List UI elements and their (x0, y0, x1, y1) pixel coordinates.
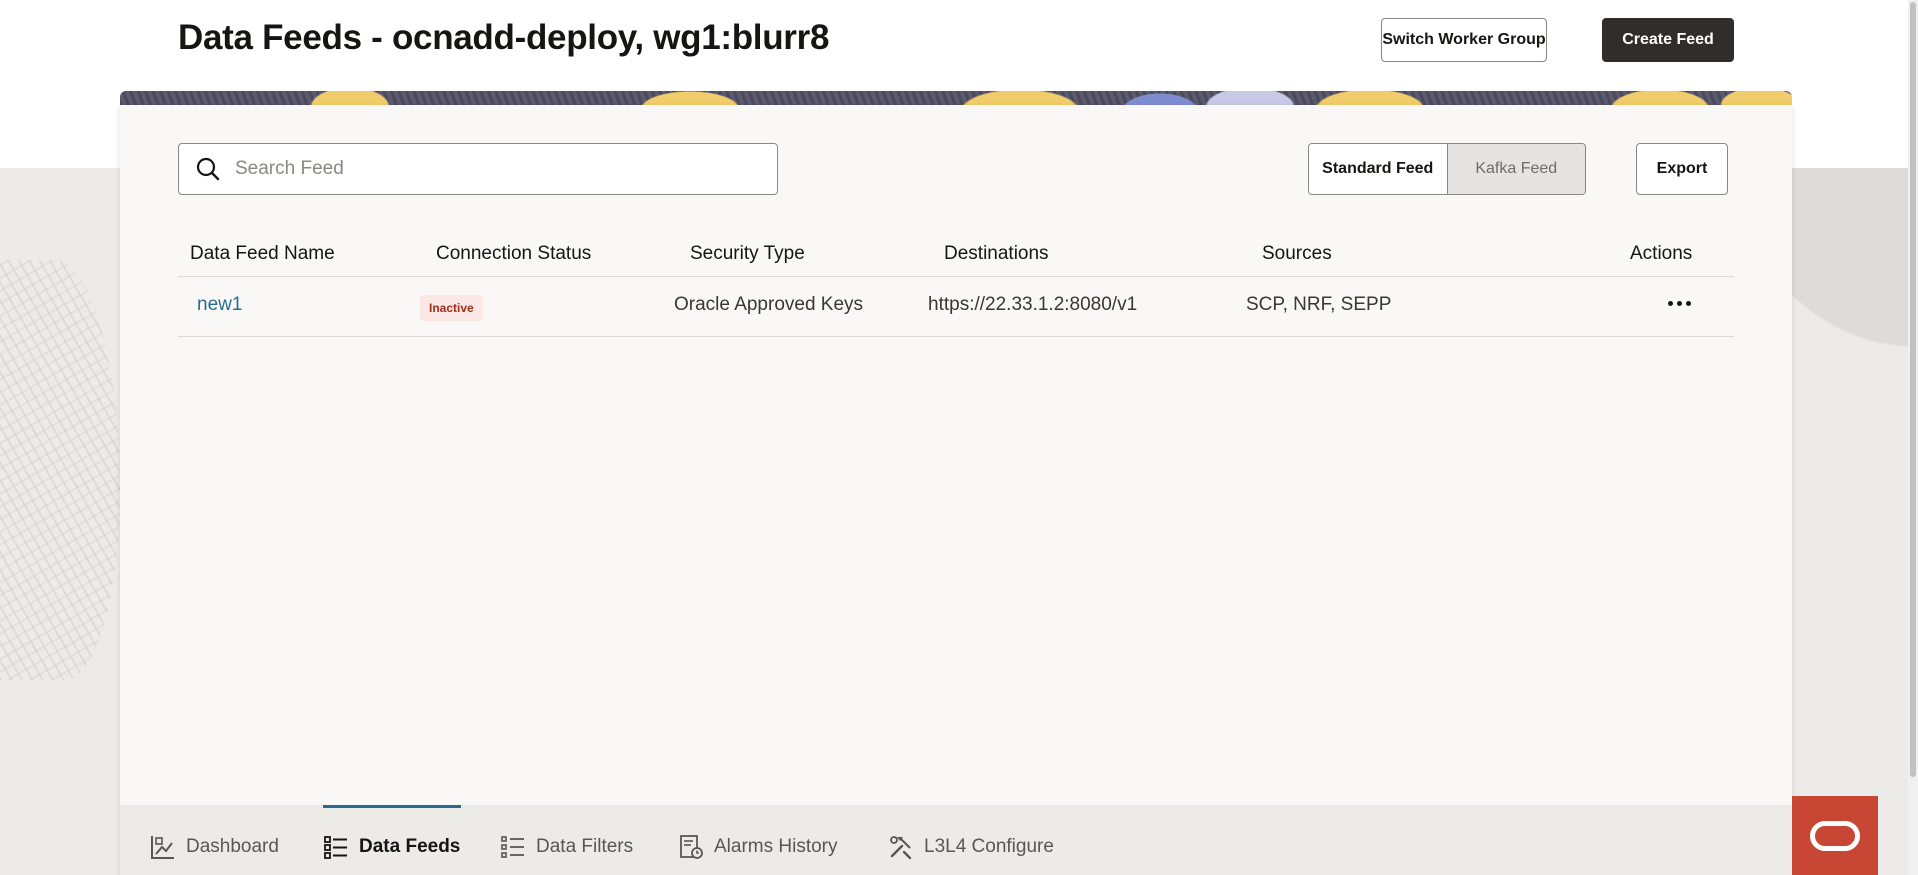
nav-item-label: L3L4 Configure (924, 836, 1054, 857)
column-header-security-type[interactable]: Security Type (690, 243, 805, 265)
column-header-destinations[interactable]: Destinations (944, 243, 1049, 265)
data-feeds-card: Standard Feed Kafka Feed Export Data Fee… (120, 105, 1792, 875)
tools-icon (890, 836, 912, 860)
export-button[interactable]: Export (1636, 143, 1728, 195)
feed-name-link[interactable]: new1 (197, 294, 242, 316)
standard-feed-button[interactable]: Standard Feed (1309, 144, 1448, 194)
table-header: Data Feed Name Connection Status Securit… (178, 235, 1734, 277)
table-row: new1 Inactive Oracle Approved Keys https… (178, 277, 1734, 337)
nav-item-data-filters[interactable]: Data Filters (500, 829, 633, 865)
search-box[interactable] (178, 143, 778, 195)
active-tab-indicator (323, 805, 461, 808)
alarms-history-icon (680, 835, 703, 859)
data-feeds-icon (324, 836, 347, 859)
security-type-cell: Oracle Approved Keys (674, 294, 864, 315)
destinations-cell: https://22.33.1.2:8080/v1 (928, 294, 1138, 315)
column-header-actions: Actions (1630, 243, 1693, 264)
column-header-name[interactable]: Data Feed Name (190, 243, 335, 265)
create-feed-button[interactable]: Create Feed (1602, 18, 1734, 62)
nav-item-label: Dashboard (186, 836, 279, 857)
oracle-logo-icon[interactable] (1792, 796, 1878, 875)
background-pattern (1778, 168, 1918, 428)
search-icon (195, 156, 221, 182)
vertical-scrollbar[interactable] (1908, 0, 1918, 875)
dashboard-icon (151, 836, 174, 859)
switch-worker-group-button[interactable]: Switch Worker Group (1381, 18, 1547, 62)
search-input[interactable] (235, 149, 755, 189)
data-filters-icon (501, 836, 524, 858)
scrollbar-thumb[interactable] (1910, 2, 1916, 777)
nav-item-label: Alarms History (714, 836, 838, 857)
more-actions-icon[interactable] (1664, 291, 1694, 315)
column-header-connection-status[interactable]: Connection Status (436, 243, 591, 265)
bottom-navigation: Dashboard Data Feeds Data Filters Alarms… (120, 805, 1792, 875)
nav-item-dashboard[interactable]: Dashboard (150, 829, 279, 865)
nav-item-alarms-history[interactable]: Alarms History (678, 829, 838, 865)
feed-type-toggle: Standard Feed Kafka Feed (1308, 143, 1586, 195)
page-title: Data Feeds - ocnadd-deploy, wg1:blurr8 (178, 18, 830, 57)
kafka-feed-button[interactable]: Kafka Feed (1447, 144, 1585, 194)
nav-item-label: Data Filters (536, 836, 634, 857)
column-header-sources[interactable]: Sources (1262, 243, 1332, 265)
nav-item-l3l4-configure[interactable]: L3L4 Configure (888, 829, 1054, 865)
nav-item-label: Data Feeds (359, 836, 461, 857)
sources-cell: SCP, NRF, SEPP (1246, 294, 1392, 315)
status-badge: Inactive (420, 295, 483, 321)
nav-item-data-feeds[interactable]: Data Feeds (323, 829, 460, 865)
